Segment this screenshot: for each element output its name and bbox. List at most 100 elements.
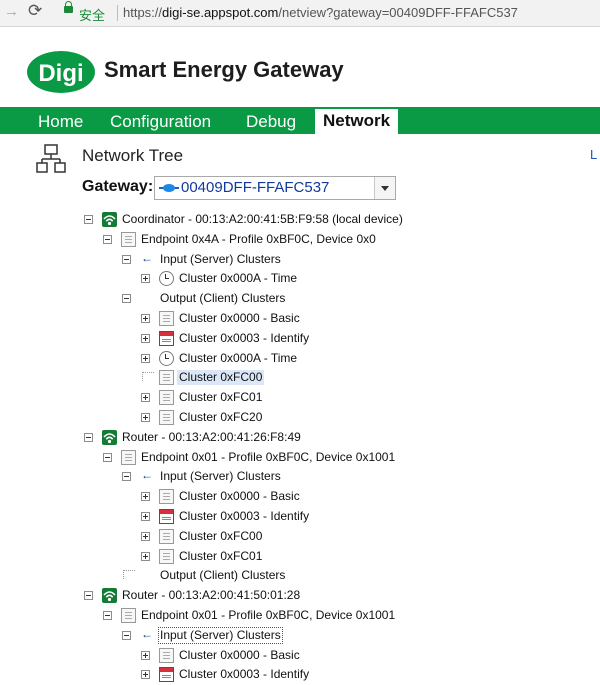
tab-configuration[interactable]: Configuration xyxy=(110,110,211,134)
tree-connector xyxy=(123,570,135,580)
tree-row[interactable]: → Output (Client) Clusters xyxy=(0,566,520,586)
tree-node-label[interactable]: Coordinator - 00:13:A2:00:41:5B:F9:58 (l… xyxy=(122,212,403,227)
tree-node-label[interactable]: Input (Server) Clusters xyxy=(160,469,281,484)
tab-debug[interactable]: Debug xyxy=(246,110,296,134)
tree-node-label[interactable]: Cluster 0xFC00 xyxy=(179,529,262,544)
page-icon xyxy=(159,370,174,386)
tree-row[interactable]: ← Input (Server) Clusters xyxy=(0,250,520,270)
tree-row[interactable]: Router - 00:13:A2:00:41:26:F8:49 xyxy=(0,428,520,448)
tree-node-label[interactable]: Input (Server) Clusters xyxy=(158,626,283,644)
output-arrow-icon: → xyxy=(141,567,153,582)
tree-node-label[interactable]: Cluster 0x0003 - Identify xyxy=(179,331,309,346)
identify-icon xyxy=(159,509,174,524)
tree-node-label[interactable]: Output (Client) Clusters xyxy=(160,568,285,583)
tree-row[interactable]: Cluster 0x0000 - Basic xyxy=(0,646,520,666)
tree-row[interactable]: Cluster 0x000A - Time xyxy=(0,269,520,289)
tree-row[interactable]: Endpoint 0x4A - Profile 0xBF0C, Device 0… xyxy=(0,230,520,250)
tree-row[interactable]: Cluster 0x0003 - Identify xyxy=(0,507,520,527)
input-arrow-icon: ← xyxy=(141,250,153,265)
expand-icon[interactable] xyxy=(141,333,150,343)
tree-row[interactable]: Cluster 0xFC00 xyxy=(0,527,520,547)
page-icon xyxy=(159,548,174,564)
tree-node-label[interactable]: Cluster 0xFC20 xyxy=(179,410,262,425)
tree-row[interactable]: Cluster 0x0003 - Identify xyxy=(0,329,520,349)
expand-icon[interactable] xyxy=(141,512,150,521)
forward-icon[interactable]: → xyxy=(4,3,19,20)
tree-node-label[interactable]: Cluster 0xFC01 xyxy=(179,549,262,564)
expand-icon[interactable] xyxy=(141,531,150,541)
tree-node-label[interactable]: Output (Client) Clusters xyxy=(160,291,285,306)
tree-row[interactable]: Cluster 0x0003 - Identify xyxy=(0,665,520,685)
network-tree: Coordinator - 00:13:A2:00:41:5B:F9:58 (l… xyxy=(0,210,600,684)
tree-node-label[interactable]: Cluster 0x0003 - Identify xyxy=(179,509,309,524)
page-title: Network Tree xyxy=(82,146,184,165)
url-field[interactable]: https://digi-se.appspot.com/netview?gate… xyxy=(123,5,518,20)
tree-row[interactable]: Cluster 0xFC20 xyxy=(0,408,520,428)
gateway-label: Gateway: xyxy=(82,178,154,195)
page-icon xyxy=(121,231,136,247)
expand-icon[interactable] xyxy=(141,274,150,284)
expand-icon[interactable] xyxy=(141,413,150,422)
tree-node-label[interactable]: Cluster 0x0000 - Basic xyxy=(179,311,300,326)
tree-node-label[interactable]: Cluster 0x000A - Time xyxy=(179,271,297,286)
tree-node-label[interactable]: Cluster 0x000A - Time xyxy=(179,351,297,366)
tree-row[interactable]: ← Input (Server) Clusters xyxy=(0,467,520,487)
expand-icon[interactable] xyxy=(141,650,150,660)
expand-icon[interactable] xyxy=(141,353,150,363)
tree-node-label[interactable]: Cluster 0x0003 - Identify xyxy=(179,667,309,682)
tree-row[interactable]: Endpoint 0x01 - Profile 0xBF0C, Device 0… xyxy=(0,448,520,468)
chevron-down-icon[interactable] xyxy=(374,177,395,199)
input-arrow-icon: ← xyxy=(141,626,153,641)
expand-icon[interactable] xyxy=(141,393,150,403)
tree-node-label[interactable]: Cluster 0x0000 - Basic xyxy=(179,648,300,663)
truncated-link[interactable]: L xyxy=(590,147,597,162)
page-icon xyxy=(159,410,174,425)
collapse-icon[interactable] xyxy=(84,432,93,442)
tree-node-label[interactable]: Cluster 0xFC01 xyxy=(179,390,262,405)
tree-row[interactable]: ← Input (Server) Clusters xyxy=(0,626,520,646)
tree-node-label[interactable]: Endpoint 0x4A - Profile 0xBF0C, Device 0… xyxy=(141,232,376,247)
tree-row[interactable]: Cluster 0x0000 - Basic xyxy=(0,487,520,507)
tree-row[interactable]: Cluster 0x000A - Time xyxy=(0,349,520,369)
expand-icon[interactable] xyxy=(141,492,150,502)
network-tree-icon xyxy=(36,144,66,173)
page-icon xyxy=(159,528,174,544)
collapse-icon[interactable] xyxy=(103,611,112,620)
collapse-icon[interactable] xyxy=(122,472,131,482)
tree-row[interactable]: Cluster 0x0000 - Basic xyxy=(0,309,520,329)
tab-home[interactable]: Home xyxy=(38,110,83,134)
tree-row[interactable]: Router - 00:13:A2:00:41:50:01:28 xyxy=(0,586,520,606)
collapse-icon[interactable] xyxy=(84,591,93,601)
tree-row[interactable]: → Output (Client) Clusters xyxy=(0,289,520,309)
expand-icon[interactable] xyxy=(141,670,150,680)
tree-node-label[interactable]: Input (Server) Clusters xyxy=(160,252,281,267)
collapse-icon[interactable] xyxy=(122,630,131,640)
tree-row[interactable]: Cluster 0xFC01 xyxy=(0,547,520,567)
collapse-icon[interactable] xyxy=(122,254,131,264)
gateway-select[interactable]: 00409DFF-FFAFC537 xyxy=(154,176,396,200)
collapse-icon[interactable] xyxy=(103,452,112,462)
reload-icon[interactable]: ⟳ xyxy=(28,1,42,21)
address-separator xyxy=(117,5,118,21)
expand-icon[interactable] xyxy=(141,314,150,323)
collapse-icon[interactable] xyxy=(122,294,131,304)
expand-icon[interactable] xyxy=(141,551,150,561)
collapse-icon[interactable] xyxy=(84,215,93,224)
collapse-icon[interactable] xyxy=(103,234,112,244)
tree-row[interactable]: Endpoint 0x01 - Profile 0xBF0C, Device 0… xyxy=(0,606,520,626)
tree-row[interactable]: Coordinator - 00:13:A2:00:41:5B:F9:58 (l… xyxy=(0,210,520,230)
tab-network[interactable]: Network xyxy=(315,109,399,134)
tree-row[interactable]: Cluster 0xFC01 xyxy=(0,388,520,408)
tree-node-label[interactable]: Endpoint 0x01 - Profile 0xBF0C, Device 0… xyxy=(141,450,395,465)
page-icon xyxy=(159,311,174,326)
tree-connector xyxy=(142,372,154,382)
page-icon xyxy=(121,449,136,465)
app-title: Smart Energy Gateway xyxy=(104,57,344,82)
tree-node-label[interactable]: Cluster 0x0000 - Basic xyxy=(179,489,300,504)
tree-node-label[interactable]: Router - 00:13:A2:00:41:26:F8:49 xyxy=(122,430,301,445)
tree-node-label[interactable]: Endpoint 0x01 - Profile 0xBF0C, Device 0… xyxy=(141,608,395,623)
tree-row[interactable]: Cluster 0xFC00 xyxy=(0,368,520,388)
tree-node-label[interactable]: Cluster 0xFC00 xyxy=(177,370,265,386)
tree-node-label[interactable]: Router - 00:13:A2:00:41:50:01:28 xyxy=(122,588,300,603)
page-icon xyxy=(159,489,174,505)
